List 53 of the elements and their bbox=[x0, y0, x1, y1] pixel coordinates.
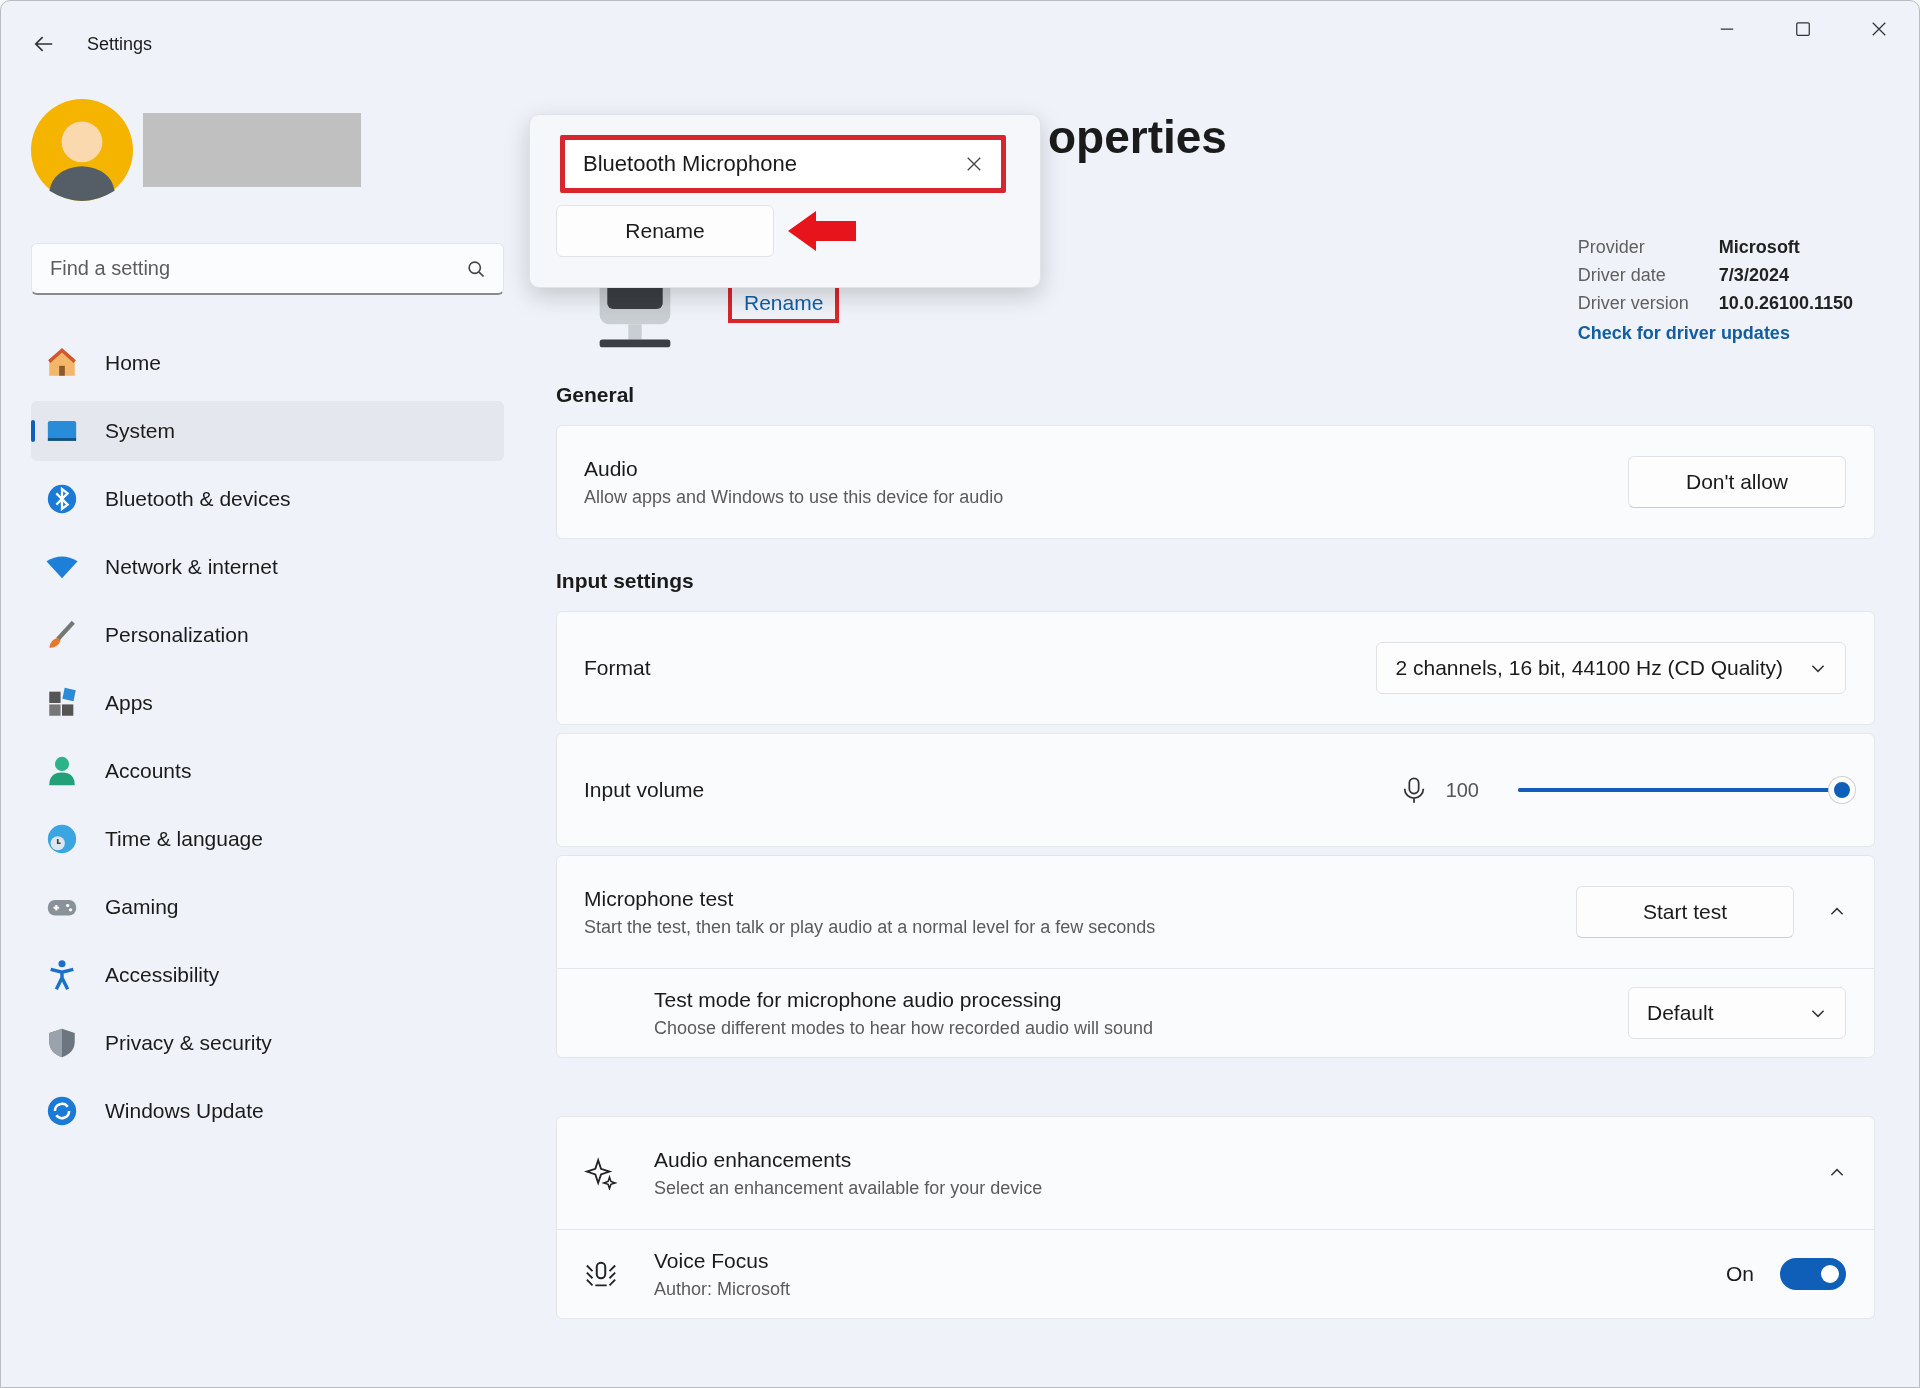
driver-label: Driver date bbox=[1577, 265, 1667, 286]
setting-title: Audio bbox=[584, 456, 639, 481]
setting-title: Microphone test bbox=[584, 886, 735, 911]
toggle-state: On bbox=[1726, 1262, 1754, 1286]
driver-label: Provider bbox=[1577, 237, 1646, 258]
page-title: operties bbox=[1048, 110, 1227, 165]
volume-value: 100 bbox=[1445, 778, 1479, 802]
setting-description: Author: Microsoft bbox=[654, 1278, 792, 1300]
maximize-icon[interactable] bbox=[1793, 19, 1813, 39]
nav-item[interactable]: Home bbox=[31, 333, 504, 393]
search-field[interactable]: Find a setting bbox=[31, 243, 504, 295]
nav-item[interactable]: Accounts bbox=[31, 741, 504, 801]
toggle-switch[interactable] bbox=[1780, 1258, 1846, 1290]
nav-item[interactable]: Windows Update bbox=[31, 1081, 504, 1141]
driver-label: Driver version bbox=[1577, 293, 1689, 314]
window-title: Settings bbox=[87, 33, 153, 55]
nav-item[interactable]: Accessibility bbox=[31, 945, 504, 1005]
avatar-icon bbox=[31, 99, 133, 201]
dropdown[interactable]: 2 channels, 16 bit, 44100 Hz (CD Quality) bbox=[1376, 642, 1846, 694]
setting-description: Choose different modes to hear how recorded audio will sound bbox=[654, 1017, 1154, 1039]
nav-item[interactable]: Network & internet bbox=[31, 537, 504, 597]
bluetooth-icon bbox=[45, 482, 79, 516]
nav-item[interactable]: Personalization bbox=[31, 605, 504, 665]
globe-icon bbox=[45, 822, 79, 856]
setting-description: Start the test, then talk or play audio at a normal level for a few seconds bbox=[584, 916, 1157, 938]
sparkle-icon bbox=[584, 1156, 618, 1190]
nav-item[interactable]: Privacy & security bbox=[31, 1013, 504, 1073]
driver-value: 7/3/2024 bbox=[1718, 265, 1790, 286]
driver-value: Microsoft bbox=[1718, 237, 1801, 258]
setting-title: Test mode for microphone audio processing bbox=[654, 987, 1063, 1012]
setting-description: Allow apps and Windows to use this device for audio bbox=[584, 486, 1005, 508]
nav-item[interactable]: Time & language bbox=[31, 809, 504, 869]
slider-thumb[interactable] bbox=[1829, 777, 1855, 803]
section-heading: General bbox=[556, 383, 636, 407]
rename-button[interactable]: Rename bbox=[556, 205, 774, 257]
setting-description: Select an enhancement available for your device bbox=[654, 1177, 1044, 1199]
section-heading: Input settings bbox=[556, 569, 695, 593]
nav-item[interactable]: System bbox=[31, 401, 504, 461]
nav-item[interactable]: Apps bbox=[31, 673, 504, 733]
driver-value: 10.0.26100.1150 bbox=[1718, 293, 1853, 314]
setting-title: Format bbox=[584, 656, 652, 680]
action-button[interactable]: Don't allow bbox=[1628, 456, 1846, 508]
dropdown[interactable]: Default bbox=[1628, 987, 1846, 1039]
update-icon bbox=[45, 1094, 79, 1128]
setting-title: Audio enhancements bbox=[654, 1147, 853, 1172]
driver-updates-link[interactable]: Check for driver updates bbox=[1577, 323, 1853, 344]
setting-title: Voice Focus bbox=[654, 1248, 770, 1273]
nav-item[interactable]: Gaming bbox=[31, 877, 504, 937]
nav-item[interactable]: Bluetooth & devices bbox=[31, 469, 504, 529]
search-icon bbox=[466, 259, 486, 279]
name-input-field[interactable]: Bluetooth Microphone bbox=[560, 135, 1006, 193]
action-button[interactable]: Start test bbox=[1576, 886, 1794, 938]
setting-title: Input volume bbox=[584, 778, 706, 802]
